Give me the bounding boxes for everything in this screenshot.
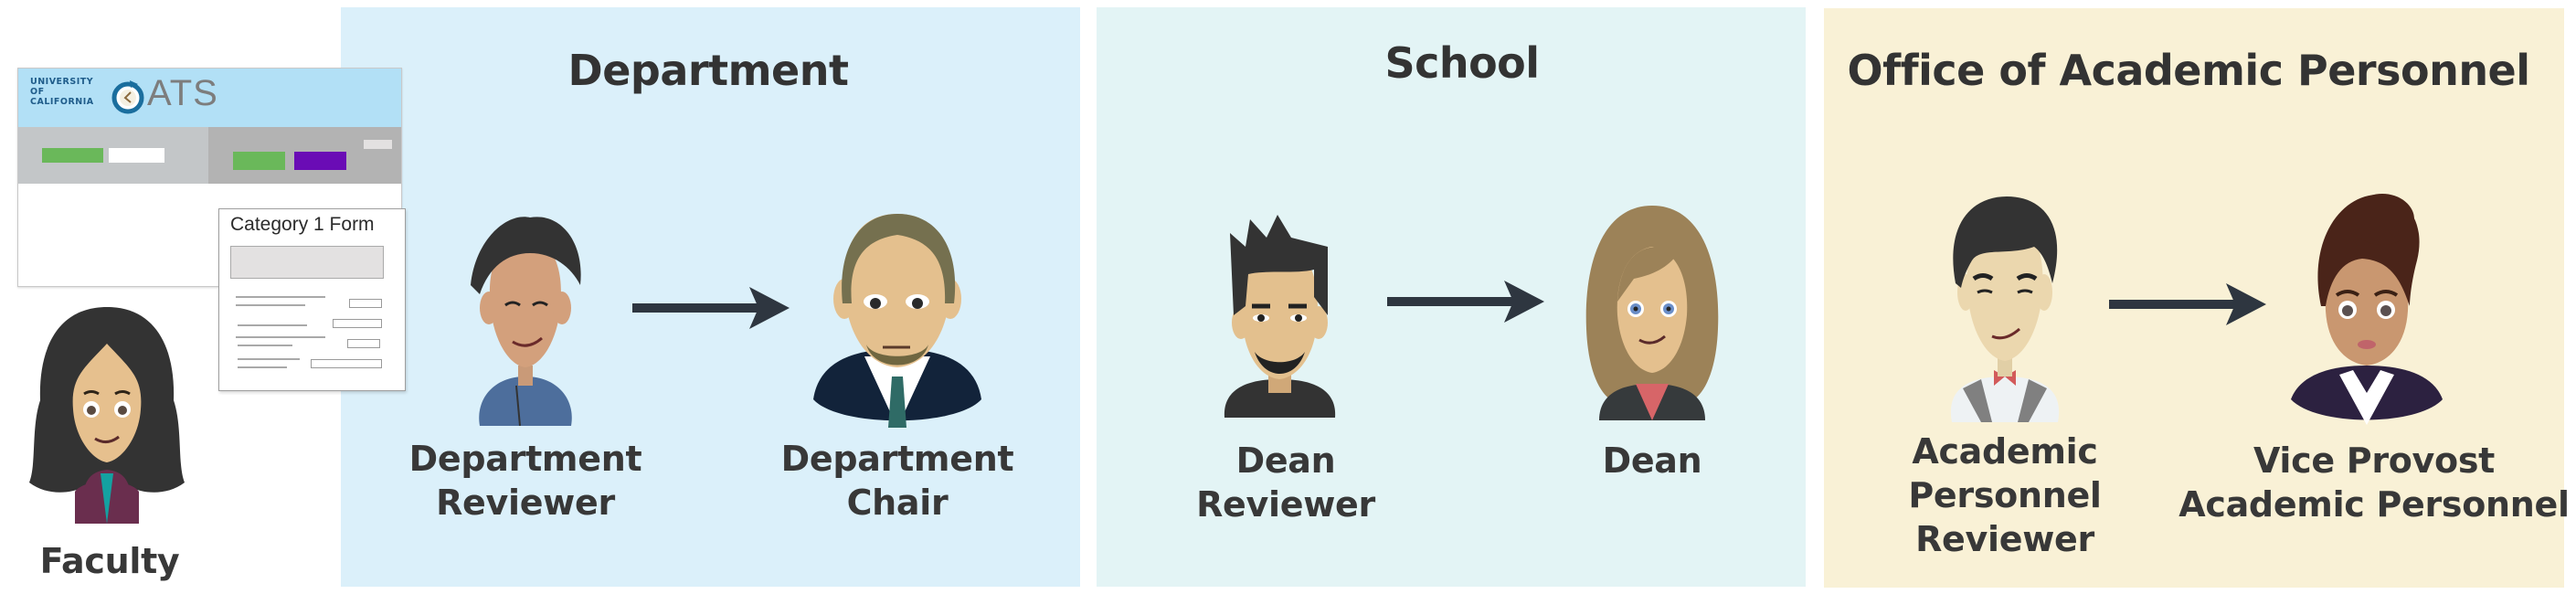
flow-arrow-icon: [1387, 281, 1544, 323]
department-reviewer-avatar-icon: [471, 217, 581, 426]
label-line: Faculty: [39, 541, 180, 581]
oats-nav-right: [208, 127, 401, 184]
form-line: [236, 296, 325, 298]
label-line: Department: [408, 439, 642, 479]
form-field: [349, 299, 382, 308]
label-line: Academic: [1912, 431, 2098, 472]
department-title: Department: [567, 46, 849, 95]
department-reviewer-label: Department Reviewer: [409, 437, 642, 525]
oap-title: Office of Academic Personnel: [1847, 46, 2530, 95]
form-field: [311, 359, 382, 368]
dean-reviewer-avatar-icon: [1224, 215, 1336, 418]
label-line: Academic Personnel: [2178, 484, 2570, 525]
form-line: [238, 324, 307, 326]
nav-button-green-2[interactable]: [233, 152, 285, 170]
form-line: [238, 345, 292, 346]
dean-label: Dean: [1603, 439, 1702, 483]
nav-button-white[interactable]: [109, 148, 164, 163]
nav-button-small[interactable]: [364, 140, 392, 149]
label-line: Chair: [846, 483, 949, 523]
label-line: Reviewer: [436, 483, 615, 523]
ap-reviewer-label: Academic Personnel Reviewer: [1908, 430, 2102, 561]
form-field: [347, 339, 380, 348]
vice-provost-label: Vice Provost Academic Personnel: [2178, 439, 2570, 526]
form-line: [236, 304, 305, 306]
form-line: [238, 358, 300, 360]
label-line: Personnel: [1908, 475, 2102, 515]
form-line: [238, 366, 287, 368]
oats-nav-left: [18, 127, 208, 184]
department-chair-avatar-icon: [813, 214, 981, 428]
org-line: UNIVERSITY: [30, 77, 94, 87]
label-line: Dean: [1602, 440, 1702, 481]
org-line: CALIFORNIA: [30, 97, 94, 107]
faculty-label: Faculty: [40, 539, 180, 583]
ap-reviewer-avatar-icon: [1950, 196, 2060, 422]
oats-app-name: ATS: [147, 73, 218, 113]
nav-button-green[interactable]: [42, 148, 103, 163]
faculty-avatar-icon: [29, 307, 185, 524]
form-title: Category 1 Form: [230, 214, 375, 235]
label-line: Reviewer: [1915, 519, 2094, 559]
org-line: OF: [30, 87, 45, 97]
dean-avatar-icon: [1585, 206, 1719, 420]
flow-arrow-icon: [2109, 283, 2266, 325]
label-line: Dean: [1235, 440, 1336, 481]
nav-button-purple[interactable]: [294, 152, 346, 170]
school-title: School: [1384, 38, 1540, 88]
label-line: Reviewer: [1196, 484, 1375, 525]
department-chair-label: Department Chair: [781, 437, 1014, 525]
label-line: Vice Provost: [2253, 440, 2496, 481]
flow-arrow-icon: [632, 287, 790, 329]
dean-reviewer-label: Dean Reviewer: [1196, 439, 1375, 526]
label-line: Department: [780, 439, 1014, 479]
vice-provost-avatar-icon: [2291, 194, 2443, 425]
form-field: [333, 319, 382, 328]
category-1-form-card: Category 1 Form: [218, 208, 406, 391]
form-header-box: [230, 246, 384, 279]
oats-header: UNIVERSITY OF CALIFORNIA ATS: [18, 69, 401, 127]
university-of-california-logo: UNIVERSITY OF CALIFORNIA: [30, 77, 94, 107]
form-line: [236, 336, 325, 338]
